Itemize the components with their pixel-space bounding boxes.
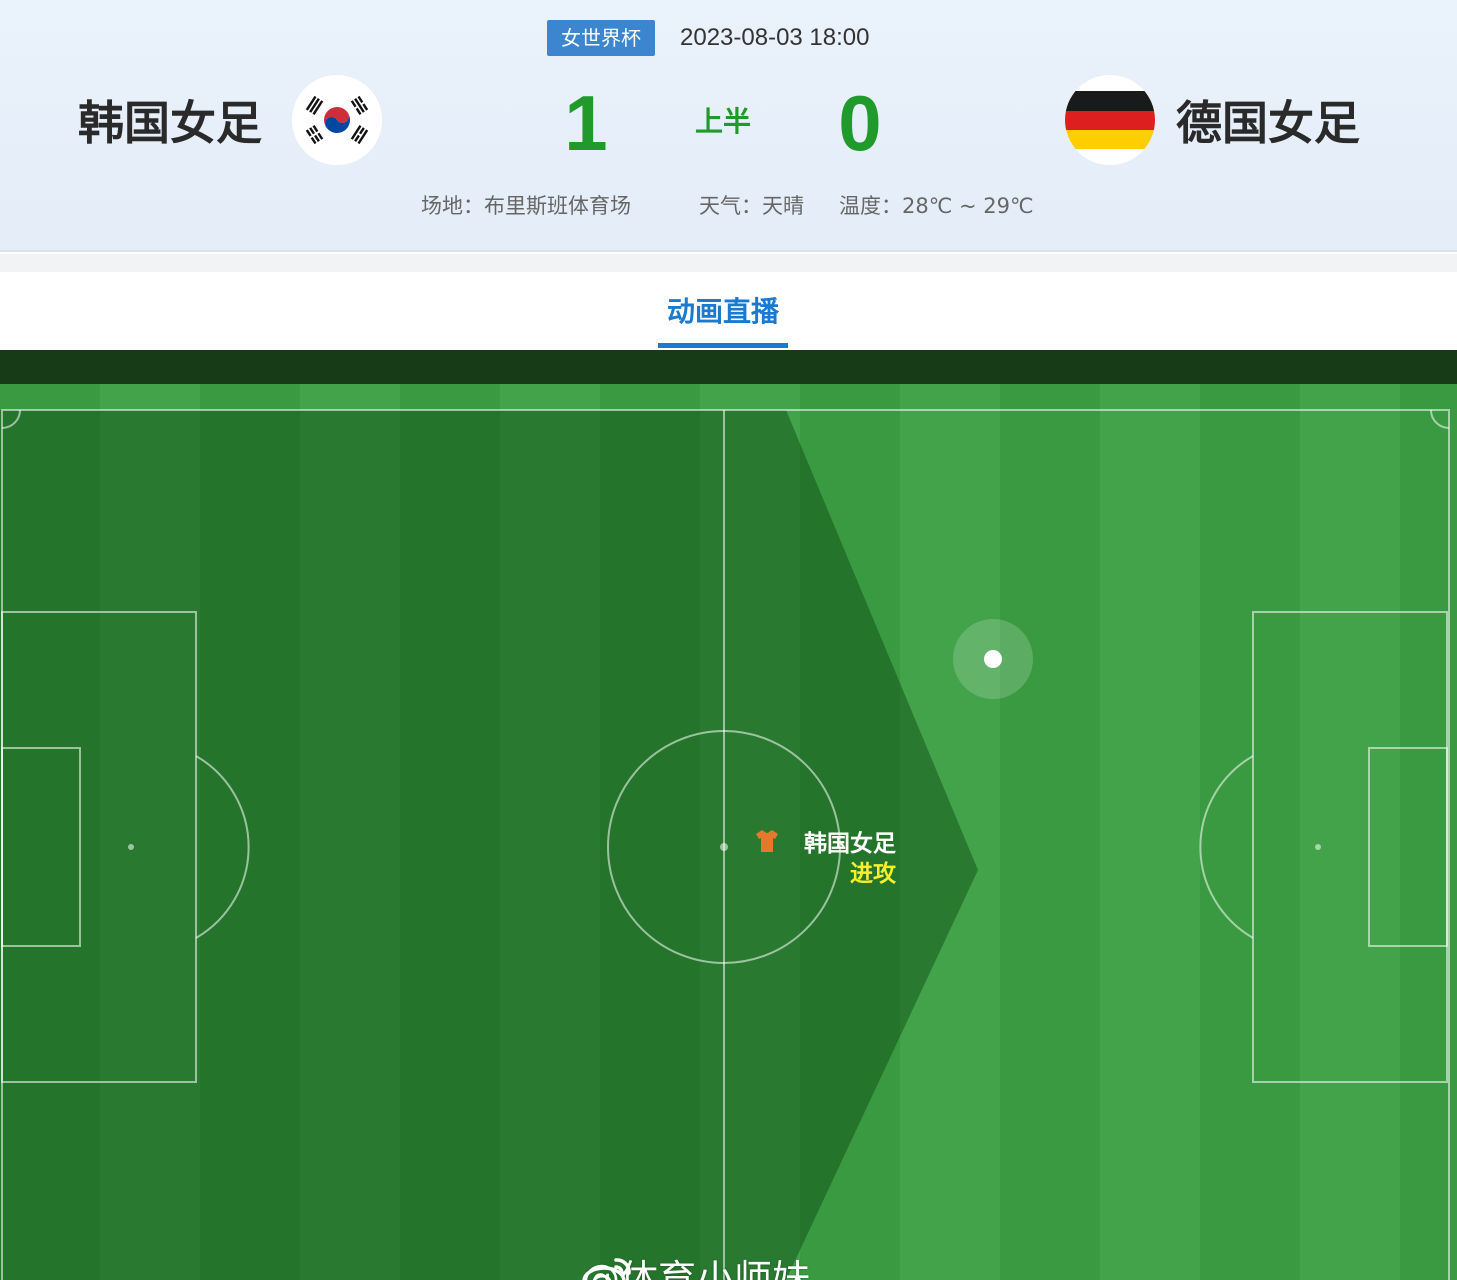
away-team-name[interactable]: 德国女足 xyxy=(1176,88,1360,158)
home-team-name[interactable]: 韩国女足 xyxy=(78,88,262,158)
pitch-markings xyxy=(0,409,1450,1280)
football-pitch: 韩国女足 进攻 @体育小师妹 xyxy=(0,384,1457,1280)
jersey-icon xyxy=(756,830,778,852)
south-korea-flag-icon[interactable] xyxy=(292,75,382,165)
home-score: 1 xyxy=(564,79,608,167)
germany-flag-icon[interactable] xyxy=(1065,75,1155,165)
section-gap xyxy=(0,254,1457,272)
tab-animation-live[interactable]: 动画直播 xyxy=(658,292,788,348)
tab-bar: 动画直播 xyxy=(0,272,1457,350)
league-badge[interactable]: 女世界杯 xyxy=(547,20,655,56)
ball-icon xyxy=(984,650,1002,668)
venue-info: 场地：布里斯班体育场 xyxy=(421,194,631,218)
weibo-icon xyxy=(582,1258,631,1280)
away-score: 0 xyxy=(838,79,882,167)
event-team-name: 韩国女足 xyxy=(804,831,896,857)
match-header: 女世界杯 2023-08-03 18:00 韩国女足 1 上半 0 德国女足 场… xyxy=(0,0,1457,252)
match-period: 上半 xyxy=(694,105,751,138)
event-team-row: 韩国女足 xyxy=(756,829,896,859)
watermark: @体育小师妹 xyxy=(582,1252,810,1280)
pitch-top-band xyxy=(0,350,1457,384)
live-event-label: 韩国女足 进攻 xyxy=(756,829,896,889)
match-datetime: 2023-08-03 18:00 xyxy=(680,24,870,51)
event-action: 进攻 xyxy=(850,861,896,887)
live-animation-panel: 韩国女足 进攻 @体育小师妹 xyxy=(0,350,1457,1280)
temperature-info: 温度：28℃ ~ 29℃ xyxy=(839,194,1034,218)
weather-info: 天气：天晴 xyxy=(699,194,804,218)
